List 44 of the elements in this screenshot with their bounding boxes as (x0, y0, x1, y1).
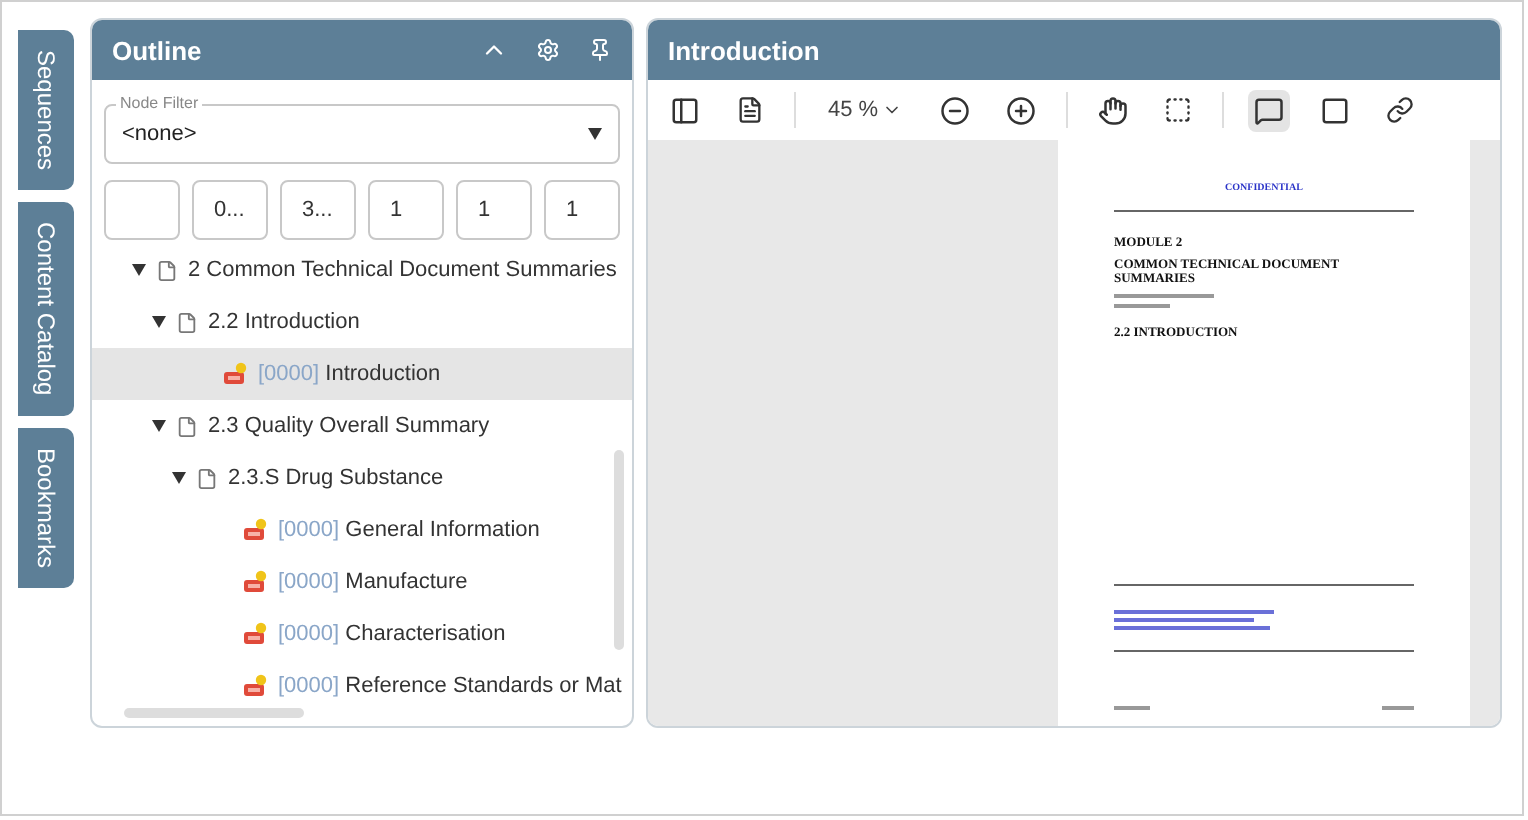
filter-field[interactable]: 3... (280, 180, 356, 240)
field-label: Node Filter (116, 92, 203, 114)
document-icon (156, 259, 178, 281)
tree-node[interactable]: 2.3 Quality Overall Summary (92, 400, 632, 452)
tree-item[interactable]: [0000] General Information (92, 504, 632, 556)
document-icon (176, 415, 198, 437)
filter-field[interactable]: 1 (544, 180, 620, 240)
caret-icon[interactable] (152, 420, 166, 432)
tree-item[interactable]: [0000] Manufacture (92, 556, 632, 608)
panel-title: Introduction (668, 35, 822, 65)
document-icon (176, 311, 198, 333)
locked-document-icon (224, 362, 248, 386)
side-tab[interactable]: Content Catalog (18, 202, 74, 416)
document-icon (196, 467, 218, 489)
locked-document-icon (244, 674, 268, 698)
side-tab[interactable]: Sequences (18, 30, 74, 191)
tree-item[interactable]: [0000] Reference Standards or Mat (92, 660, 632, 712)
locked-document-icon (244, 570, 268, 594)
tree-item[interactable]: [0000] Introduction (92, 348, 632, 400)
document-icon (736, 96, 764, 124)
tree-node[interactable]: 2.3.S Drug Substance (92, 452, 632, 504)
caret-icon[interactable] (152, 316, 166, 328)
tree-node[interactable]: 2 Common Technical Document Summaries (92, 244, 632, 296)
zoom-select[interactable]: 45 % (820, 94, 911, 126)
filter-field[interactable] (104, 180, 180, 240)
filter-field[interactable]: 1 (368, 180, 444, 240)
locked-document-icon (244, 518, 268, 542)
settings-icon[interactable] (536, 38, 560, 62)
pin-icon[interactable] (588, 38, 612, 62)
small-print-drawing (1114, 294, 1214, 310)
panel-title: Outline (112, 35, 204, 65)
locked-document-icon (244, 622, 268, 646)
tree-item[interactable]: [0000] Characterisation (92, 608, 632, 660)
select-value: <none> (122, 122, 197, 146)
comment-button[interactable] (1248, 89, 1291, 131)
scrollbar[interactable] (614, 450, 624, 650)
caret-icon[interactable] (588, 128, 602, 140)
caret-icon[interactable] (172, 472, 186, 484)
scrollbar[interactable] (124, 708, 304, 718)
filter-field[interactable]: 0... (192, 180, 268, 240)
filter-field[interactable]: 1 (456, 180, 532, 240)
side-tab[interactable]: Bookmarks (18, 427, 74, 588)
caret-icon[interactable] (132, 264, 146, 276)
tree-node[interactable]: 2.2 Introduction (92, 296, 632, 348)
